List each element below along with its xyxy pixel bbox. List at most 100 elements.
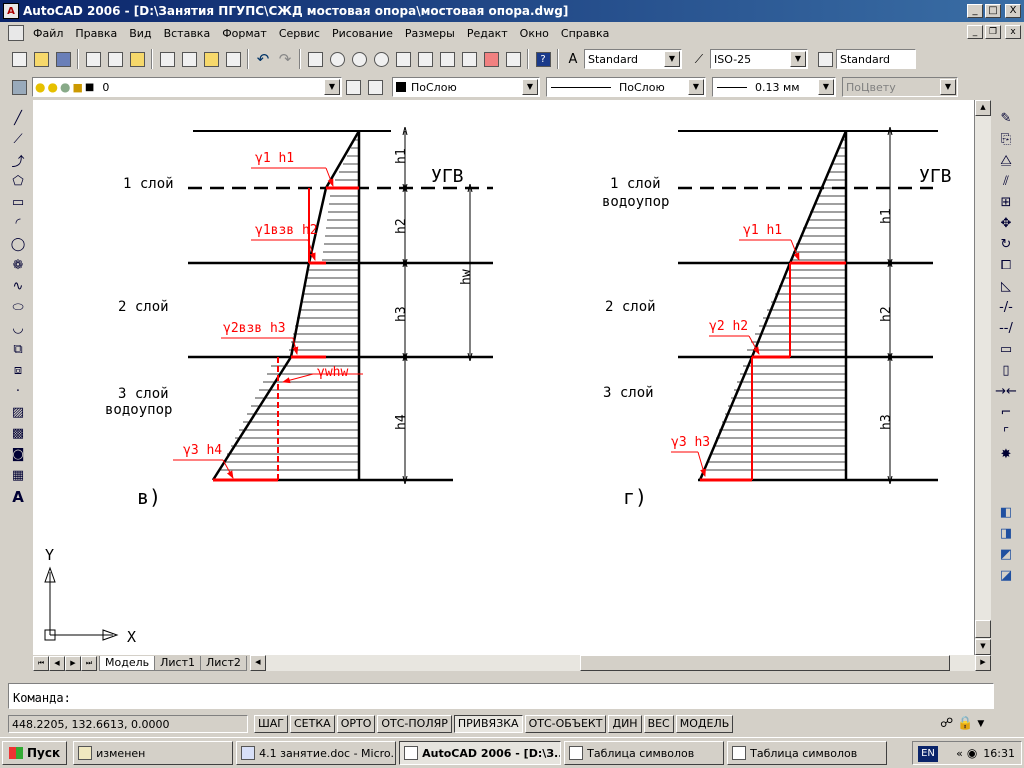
scroll-down-button[interactable]: ▼ bbox=[975, 639, 991, 655]
menu-help[interactable]: Справка bbox=[555, 27, 615, 40]
trim-button[interactable]: -/- bbox=[995, 297, 1017, 318]
lwt-toggle[interactable]: ВЕС bbox=[643, 715, 674, 733]
tab-model[interactable]: Модель bbox=[99, 655, 156, 671]
circle-button[interactable]: ◯ bbox=[7, 234, 29, 255]
vertical-scrollbar[interactable]: ▲ ▼ bbox=[975, 100, 991, 655]
ortho-toggle[interactable]: ОРТО bbox=[336, 715, 376, 733]
ellipse-arc-button[interactable]: ◡ bbox=[7, 318, 29, 339]
last-tab-button[interactable]: ⏭ bbox=[81, 655, 97, 671]
zoom-realtime-button[interactable] bbox=[326, 48, 348, 70]
chevron-down-icon[interactable]: ▼ bbox=[522, 79, 538, 95]
task-charmap-1[interactable]: Таблица символов bbox=[564, 741, 725, 765]
autocad-app-icon[interactable]: A bbox=[3, 3, 19, 19]
menu-file[interactable]: Файл bbox=[27, 27, 69, 40]
osnap-toggle[interactable]: ПРИВЯЗКА bbox=[453, 715, 523, 733]
scroll-up-button[interactable]: ▲ bbox=[975, 100, 991, 116]
break-button[interactable]: ▯ bbox=[995, 360, 1017, 381]
tab-sheet2[interactable]: Лист2 bbox=[199, 655, 247, 671]
layer-previous-button[interactable] bbox=[364, 76, 386, 98]
chevron-down-icon[interactable]: ▼ bbox=[324, 79, 340, 95]
copy-button[interactable] bbox=[178, 48, 200, 70]
menu-edit[interactable]: Правка bbox=[69, 27, 123, 40]
polar-toggle[interactable]: ОТС-ПОЛЯР bbox=[377, 715, 452, 733]
table-style-select[interactable]: Standard bbox=[836, 49, 916, 69]
hscroll-thumb[interactable] bbox=[579, 655, 950, 671]
text-style-select[interactable]: Standard ▼ bbox=[584, 49, 682, 69]
send-back-button[interactable]: ◨ bbox=[995, 523, 1017, 544]
chevron-down-icon[interactable]: ▼ bbox=[664, 51, 680, 67]
table-style-icon[interactable] bbox=[814, 48, 836, 70]
model-toggle[interactable]: МОДЕЛЬ bbox=[675, 715, 734, 733]
close-button[interactable]: X bbox=[1005, 4, 1021, 18]
scale-button[interactable]: ⧠ bbox=[995, 255, 1017, 276]
polygon-button[interactable]: ⬠ bbox=[7, 171, 29, 192]
dim-style-icon[interactable]: ⟋ bbox=[688, 48, 710, 70]
bring-front-button[interactable]: ◧ bbox=[995, 502, 1017, 523]
task-word[interactable]: 4.1 занятие.doc - Micro... bbox=[236, 741, 397, 765]
help-button[interactable]: ? bbox=[532, 48, 554, 70]
rectangle-button[interactable]: ▭ bbox=[7, 192, 29, 213]
drawing-canvas[interactable]: 1 слой 2 слой 3 слой водоупор УГВ γ1 h1 … bbox=[33, 100, 975, 655]
extend-button[interactable]: --/ bbox=[995, 318, 1017, 339]
rotate-button[interactable]: ↻ bbox=[995, 234, 1017, 255]
coordinate-readout[interactable]: 448.2205, 132.6613, 0.0000 bbox=[8, 715, 248, 733]
erase-button[interactable]: ✎ bbox=[995, 108, 1017, 129]
dim-style-select[interactable]: ISO-25 ▼ bbox=[710, 49, 808, 69]
save-button[interactable] bbox=[52, 48, 74, 70]
otrack-toggle[interactable]: ОТС-ОБЪЕКТ bbox=[524, 715, 607, 733]
mtext-button[interactable]: A bbox=[7, 486, 29, 507]
menu-modify[interactable]: Редакт bbox=[461, 27, 514, 40]
undo-button[interactable]: ↶ bbox=[252, 48, 274, 70]
chevron-down-icon[interactable]: ▼ bbox=[790, 51, 806, 67]
publish-button[interactable] bbox=[126, 48, 148, 70]
point-button[interactable]: · bbox=[7, 381, 29, 402]
bring-above-button[interactable]: ◩ bbox=[995, 544, 1017, 565]
make-block-button[interactable]: ⧈ bbox=[7, 360, 29, 381]
paste-button[interactable] bbox=[200, 48, 222, 70]
chamfer-button[interactable]: ⌐ bbox=[995, 402, 1017, 423]
clock[interactable]: 16:31 bbox=[983, 747, 1015, 760]
command-splitter[interactable] bbox=[8, 674, 994, 682]
revcloud-button[interactable]: ❁ bbox=[7, 255, 29, 276]
task-autocad[interactable]: AutoCAD 2006 - [D:\З... bbox=[399, 741, 562, 765]
markup-button[interactable] bbox=[480, 48, 502, 70]
properties-button[interactable] bbox=[392, 48, 414, 70]
maximize-button[interactable]: □ bbox=[985, 4, 1001, 18]
status-menu-chevron-icon[interactable]: ▼ bbox=[977, 719, 984, 729]
layer-manager-button[interactable] bbox=[8, 76, 30, 98]
line-button[interactable]: ╱ bbox=[7, 108, 29, 129]
linetype-select[interactable]: ПоСлою ▼ bbox=[546, 77, 706, 97]
menu-format[interactable]: Формат bbox=[216, 27, 273, 40]
lineweight-select[interactable]: 0.13 мм ▼ bbox=[712, 77, 836, 97]
task-folder[interactable]: изменен bbox=[73, 741, 234, 765]
redo-button[interactable]: ↷ bbox=[274, 48, 296, 70]
text-style-icon[interactable]: A bbox=[562, 48, 584, 70]
tray-expand-icon[interactable]: « bbox=[956, 747, 963, 760]
command-line[interactable]: Команда: bbox=[8, 683, 994, 709]
construction-line-button[interactable]: ⟋ bbox=[7, 129, 29, 150]
zoom-window-button[interactable] bbox=[348, 48, 370, 70]
grid-toggle[interactable]: СЕТКА bbox=[290, 715, 335, 733]
chevron-down-icon[interactable]: ▼ bbox=[688, 79, 704, 95]
toolpalettes-button[interactable] bbox=[436, 48, 458, 70]
next-tab-button[interactable]: ▶ bbox=[65, 655, 81, 671]
calculator-button[interactable] bbox=[502, 48, 524, 70]
title-bar[interactable]: A AutoCAD 2006 - [D:\Занятия ПГУПС\СЖД м… bbox=[0, 0, 1024, 22]
snap-toggle[interactable]: ШАГ bbox=[254, 715, 288, 733]
move-button[interactable]: ✥ bbox=[995, 213, 1017, 234]
horizontal-scrollbar[interactable]: ◀ ▶ bbox=[249, 655, 991, 671]
ellipse-button[interactable]: ⬭ bbox=[7, 297, 29, 318]
doc-restore-button[interactable]: ❐ bbox=[985, 25, 1001, 39]
preview-button[interactable] bbox=[104, 48, 126, 70]
designcenter-button[interactable] bbox=[414, 48, 436, 70]
mirror-button[interactable]: ⧋ bbox=[995, 150, 1017, 171]
plot-button[interactable] bbox=[82, 48, 104, 70]
doc-close-button[interactable]: x bbox=[1005, 25, 1021, 39]
start-button[interactable]: Пуск bbox=[2, 741, 68, 765]
explode-button[interactable]: ✸ bbox=[995, 444, 1017, 465]
first-tab-button[interactable]: ⏮ bbox=[33, 655, 49, 671]
toolbar-lock-icon[interactable]: 🔒 bbox=[957, 716, 973, 731]
break-at-point-button[interactable]: ▭ bbox=[995, 339, 1017, 360]
menu-tools[interactable]: Сервис bbox=[273, 27, 326, 40]
layer-select[interactable]: ● ● ● ■ ■ 0 ▼ bbox=[32, 77, 342, 97]
